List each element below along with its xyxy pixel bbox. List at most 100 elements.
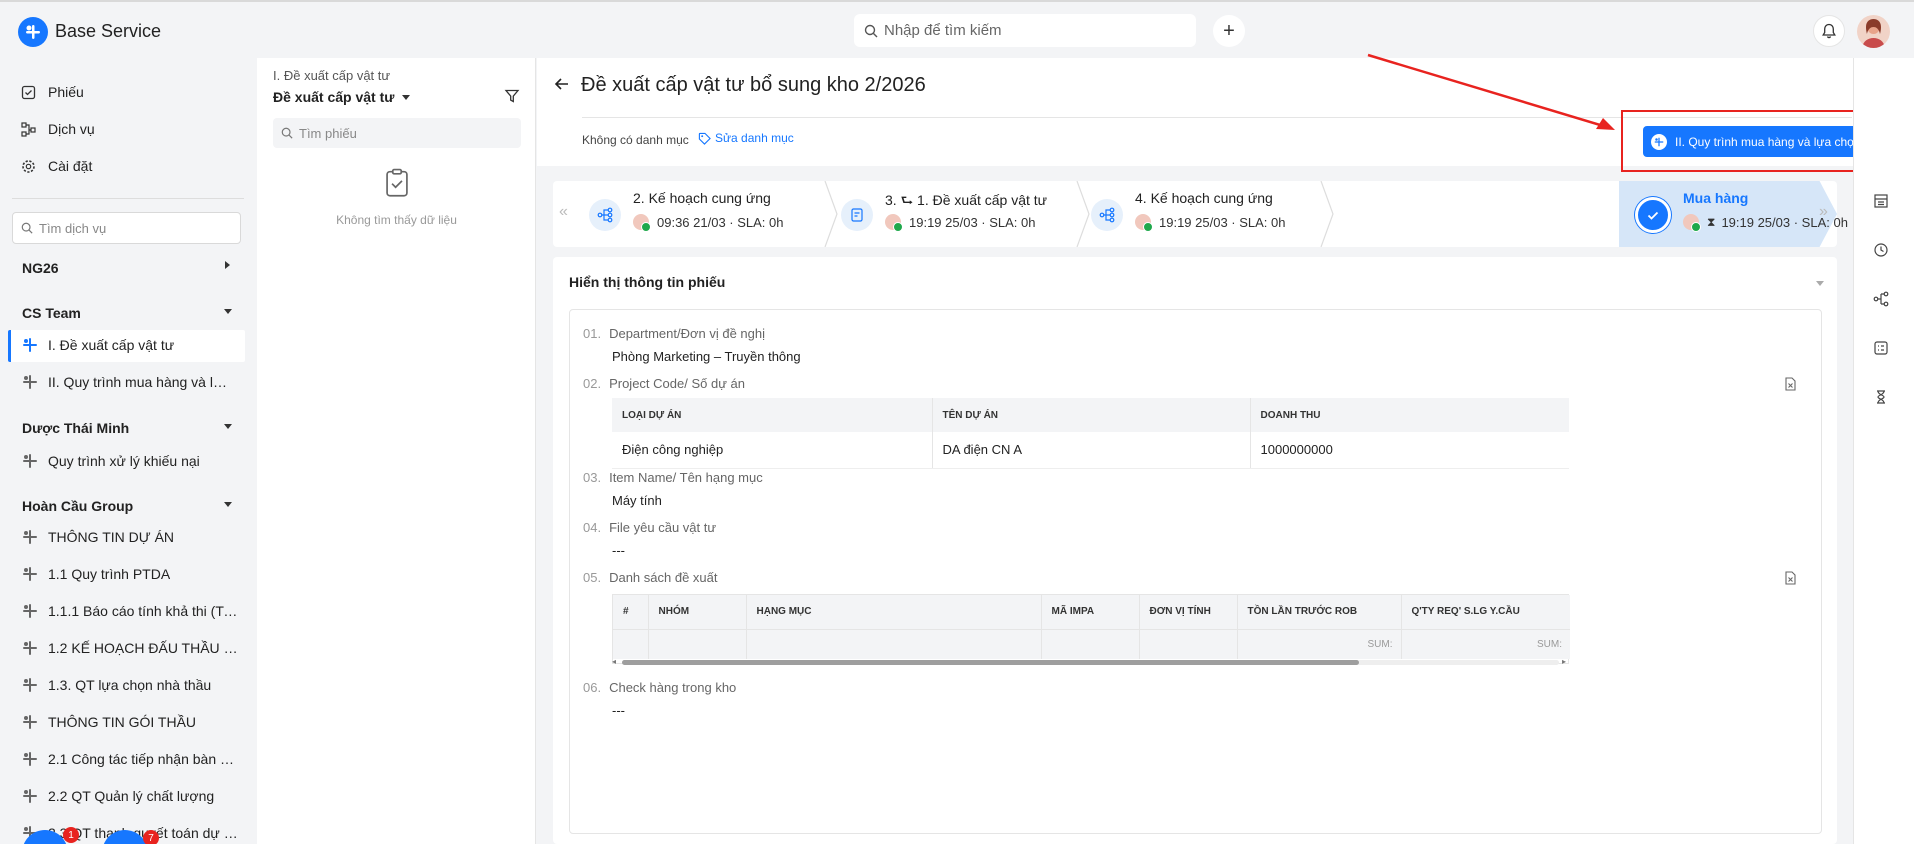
- sidebar-item[interactable]: THÔNG TIN DỰ ÁN: [22, 529, 242, 545]
- col-header: HẠNG MỤC: [746, 595, 1042, 630]
- user-avatar[interactable]: [1857, 15, 1890, 48]
- workflow-stepper: « 2. Kế hoạch cung ứng 09:36 21/03 · SLA…: [553, 181, 1848, 247]
- ticket-title: Đề xuất cấp vật tư bổ sung kho 2/2026: [581, 74, 926, 96]
- field-label: 04. File yêu cầu vật tư: [583, 520, 717, 535]
- edit-category-link[interactable]: Sửa danh mục: [698, 131, 794, 145]
- group-cs-team[interactable]: CS Team: [22, 305, 81, 321]
- chevron-down-icon[interactable]: [224, 309, 232, 314]
- col-header: MÃ IMPA: [1041, 595, 1140, 630]
- col-header: TÊN DỰ ÁN: [932, 398, 1251, 432]
- step-title: 4. Kế hoạch cung ứng: [1135, 190, 1273, 206]
- sidebar-item-de-xuat[interactable]: I. Đề xuất cấp vật tư: [22, 337, 242, 353]
- step-meta: 19:19 25/03 · SLA: 0h: [885, 214, 1035, 232]
- group-hoan-cau[interactable]: Hoàn Cầu Group: [22, 498, 133, 514]
- step-time: 09:36 21/03 · SLA: 0h: [657, 214, 784, 230]
- collapse-icon[interactable]: [1816, 281, 1824, 286]
- hourglass-icon[interactable]: [1873, 389, 1889, 408]
- col-header: LOẠI DỰ ÁN: [612, 398, 933, 432]
- service-search-input[interactable]: Tìm dịch vụ: [12, 212, 241, 244]
- sidebar-item-label: Quy trình xử lý khiếu nại: [48, 453, 200, 469]
- assignee-avatar: [885, 214, 903, 232]
- excel-export-icon[interactable]: [1784, 377, 1797, 394]
- form-icon: [841, 199, 873, 231]
- create-button[interactable]: +: [1213, 15, 1245, 47]
- field-label: 06. Check hàng trong kho: [583, 680, 737, 695]
- edit-category-label: Sửa danh mục: [715, 131, 794, 145]
- checklist-icon[interactable]: [1873, 340, 1889, 359]
- form-fields: 01. Department/Đơn vị đề nghị Phòng Marke…: [569, 309, 1822, 834]
- services-icon: [20, 121, 36, 137]
- col-header: NHÓM: [648, 595, 747, 630]
- sidebar-item-label: 2.2 QT Quản lý chất lượng: [48, 788, 215, 804]
- ticket-icon: [20, 84, 36, 100]
- workflow-icon: [22, 640, 38, 656]
- notifications-button[interactable]: [1813, 15, 1845, 47]
- view-title: Đề xuất cấp vật tư: [273, 89, 395, 105]
- back-arrow-icon[interactable]: [553, 75, 571, 96]
- sidebar-item-label: 2.1 Công tác tiếp nhận bàn giao mặt bằng: [48, 751, 238, 767]
- sidebar-item[interactable]: 1.2 KẾ HOẠCH ĐẤU THẦU CÁC GÓI THẦU: [22, 640, 242, 656]
- app-brand[interactable]: Base Service: [55, 21, 161, 42]
- global-search-input[interactable]: Nhập để tìm kiếm: [854, 14, 1196, 47]
- proposal-table: # NHÓM HẠNG MỤC MÃ IMPA ĐƠN VỊ TÍNH TỒN …: [612, 594, 1570, 664]
- sum-cell: SUM:: [1401, 629, 1570, 659]
- sidebar-item[interactable]: 1.3. QT lựa chọn nhà thầu: [22, 677, 242, 693]
- sidebar-item-label: THÔNG TIN DỰ ÁN: [48, 529, 175, 545]
- sidebar-item-label: II. Quy trình mua hàng và lựa chọn Nhà c…: [48, 374, 234, 390]
- col-header: TỒN LẦN TRƯỚC ROB: [1237, 595, 1402, 630]
- sidebar-item-label: 1.3. QT lựa chọn nhà thầu: [48, 677, 212, 693]
- assignee-avatar: [633, 214, 651, 232]
- group-ng26[interactable]: NG26: [22, 260, 59, 276]
- sidebar-item-label: 1.1 Quy trình PTDA: [48, 566, 171, 582]
- sidebar-item[interactable]: THÔNG TIN GÓI THẦU: [22, 714, 242, 730]
- step-separator: [1076, 181, 1090, 247]
- workflow-branch-icon[interactable]: [1873, 291, 1889, 310]
- history-clock-icon[interactable]: [1873, 242, 1889, 261]
- search-placeholder: Tìm phiếu: [299, 125, 357, 141]
- col-header: Q'TY REQ' S.LG Y.CẦU: [1401, 595, 1570, 630]
- sidebar-divider: [12, 198, 244, 199]
- step-meta: 09:36 21/03 · SLA: 0h: [633, 214, 784, 232]
- nav-item-services[interactable]: Dịch vụ: [20, 117, 95, 141]
- chevron-down-icon[interactable]: [224, 502, 232, 507]
- field-value: ---: [612, 543, 625, 558]
- plus-icon: +: [1223, 19, 1235, 42]
- chevron-left-icon[interactable]: «: [559, 203, 568, 221]
- app-logo-icon[interactable]: [18, 17, 48, 47]
- filter-icon[interactable]: [504, 88, 520, 107]
- chevron-right-icon[interactable]: [225, 261, 230, 269]
- sidebar-item[interactable]: 2.1 Công tác tiếp nhận bàn giao mặt bằng: [22, 751, 242, 767]
- table-cell: [613, 629, 649, 659]
- step-title: 3. ⮑ 1. Đề xuất cấp vật tư: [885, 192, 1048, 208]
- sidebar-item[interactable]: 1.1 Quy trình PTDA: [22, 566, 242, 582]
- nav-item-settings[interactable]: Cài đặt: [20, 154, 92, 178]
- table-scrollbar[interactable]: ◂ ▸: [612, 657, 1569, 667]
- workflow-icon: [22, 337, 38, 353]
- ticket-view-dropdown[interactable]: Đề xuất cấp vật tư: [273, 89, 411, 105]
- field-value: ---: [612, 703, 625, 718]
- table-cell: 1000000000: [1250, 432, 1569, 469]
- sidebar-item-khieu-nai[interactable]: Quy trình xử lý khiếu nại: [22, 453, 242, 469]
- col-header: #: [613, 595, 649, 630]
- sidebar-item-label: I. Đề xuất cấp vật tư: [48, 337, 175, 353]
- excel-export-icon[interactable]: [1784, 571, 1797, 588]
- sidebar-item[interactable]: 1.1.1 Báo cáo tính khả thi (Tiền khả thi…: [22, 603, 242, 619]
- form-view-icon[interactable]: [1873, 193, 1889, 212]
- chevron-down-icon[interactable]: [224, 424, 232, 429]
- sidebar-item-quy-trinh-mua-hang[interactable]: II. Quy trình mua hàng và lựa chọn Nhà c…: [22, 374, 242, 390]
- sidebar-item-label: 1.2 KẾ HOẠCH ĐẤU THẦU CÁC GÓI THẦU: [48, 640, 238, 656]
- group-duoc-thai-minh[interactable]: Dược Thái Minh: [22, 420, 129, 436]
- check-icon: [1635, 197, 1671, 233]
- nav-item-tickets[interactable]: Phiếu: [20, 80, 84, 104]
- ticket-search-input[interactable]: Tìm phiếu: [273, 118, 521, 148]
- workflow-icon: [22, 453, 38, 469]
- step-separator: [824, 181, 838, 247]
- step-title: Mua hàng: [1683, 190, 1749, 206]
- branch-icon: [1091, 199, 1123, 231]
- breadcrumb[interactable]: I. Đề xuất cấp vật tư: [273, 68, 390, 83]
- sidebar-item[interactable]: 2.2 QT Quản lý chất lượng: [22, 788, 242, 804]
- ticket-list-panel: I. Đề xuất cấp vật tư Đề xuất cấp vật tư…: [257, 58, 536, 844]
- scrollbar-thumb[interactable]: [622, 660, 1359, 665]
- chevron-right-icon[interactable]: »: [1819, 203, 1828, 221]
- field-value: Phòng Marketing – Truyền thông: [612, 349, 801, 364]
